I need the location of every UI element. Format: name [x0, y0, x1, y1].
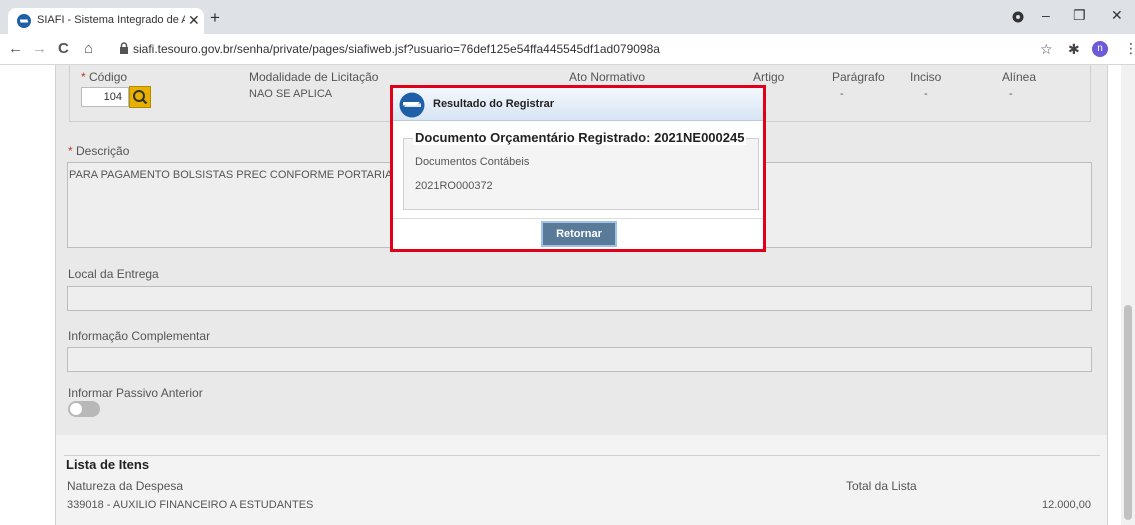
browser-tab[interactable]: SIAFI - Sistema Integrado de Adm ✕: [8, 8, 204, 34]
natureza-cell: 339018 - AUXILIO FINANCEIRO A ESTUDANTES: [67, 499, 314, 511]
extensions-icon[interactable]: ✱: [1068, 41, 1080, 58]
window-close-icon[interactable]: ✕: [1111, 7, 1123, 24]
local-entrega-input[interactable]: [67, 286, 1092, 311]
toggle-knob: [70, 403, 82, 415]
dialog-header: Resultado do Registrar: [393, 88, 763, 121]
minimize-icon[interactable]: –: [1042, 7, 1050, 23]
descricao-label-text: Descrição: [76, 144, 130, 158]
inciso-label: Inciso: [910, 70, 942, 84]
local-entrega-label: Local da Entrega: [68, 267, 159, 281]
passivo-anterior-label: Informar Passivo Anterior: [68, 386, 203, 400]
siafi-logo-icon: [399, 92, 425, 118]
dialog-title: Resultado do Registrar: [433, 98, 555, 110]
codigo-search-button[interactable]: [129, 86, 151, 108]
artigo-label: Artigo: [753, 70, 785, 84]
paragrafo-value: -: [840, 88, 844, 100]
page-scrollbar[interactable]: [1121, 65, 1135, 525]
document-number[interactable]: 2021RO000372: [415, 180, 493, 192]
inciso-value: -: [924, 88, 928, 100]
modalidade-value: NAO SE APLICA: [249, 88, 333, 100]
descricao-label: * Descrição: [68, 144, 129, 158]
dialog-divider: [393, 218, 763, 219]
ato-normativo-label: Ato Normativo: [569, 70, 646, 84]
alinea-value: -: [1009, 88, 1013, 100]
info-complementar-input[interactable]: [67, 347, 1092, 372]
documentos-contabeis-label: Documentos Contábeis: [415, 156, 530, 168]
codigo-label-text: Código: [89, 70, 128, 84]
address-bar: ← → C ⌂ siafi.tesouro.gov.br/senha/priva…: [0, 34, 1135, 65]
home-icon[interactable]: ⌂: [84, 40, 93, 57]
info-complementar-label: Informação Complementar: [68, 329, 211, 343]
required-mark: *: [81, 70, 86, 84]
result-fieldset: [403, 138, 759, 210]
reload-icon[interactable]: C: [58, 40, 69, 57]
profile-dot-icon[interactable]: [1012, 11, 1024, 23]
back-icon[interactable]: ←: [8, 40, 23, 57]
scrollbar-thumb[interactable]: [1124, 305, 1132, 520]
url-field[interactable]: siafi.tesouro.gov.br/senha/private/pages…: [119, 39, 999, 59]
alinea-label: Alínea: [1002, 70, 1037, 84]
lock-icon: [120, 42, 128, 54]
codigo-label: * Código: [81, 70, 127, 84]
paragrafo-label: Parágrafo: [832, 70, 885, 84]
siafi-logo-icon: [17, 14, 31, 28]
passivo-anterior-toggle[interactable]: [68, 401, 100, 417]
tab-title: SIAFI - Sistema Integrado de Adm: [37, 14, 185, 26]
total-cell: 12.000,00: [1042, 499, 1091, 511]
browser-menu-icon[interactable]: ⋮: [1124, 40, 1135, 57]
url-text: siafi.tesouro.gov.br/senha/private/pages…: [133, 42, 660, 56]
codigo-input[interactable]: 104: [81, 87, 129, 107]
forward-icon[interactable]: →: [32, 40, 47, 57]
required-mark: *: [68, 144, 73, 158]
document-registered-heading: Documento Orçamentário Registrado: 2021N…: [413, 130, 747, 145]
return-button[interactable]: Retornar: [541, 221, 617, 247]
profile-avatar[interactable]: n: [1092, 41, 1108, 57]
browser-tab-bar: SIAFI - Sistema Integrado de Adm ✕ + – ❐…: [0, 0, 1135, 34]
search-icon: [133, 90, 148, 105]
restore-icon[interactable]: ❐: [1073, 7, 1086, 24]
items-title: Lista de Itens: [66, 457, 153, 472]
new-tab-icon[interactable]: +: [210, 8, 220, 28]
registrar-result-dialog: Resultado do Registrar Documento Orçamen…: [390, 85, 766, 252]
bookmark-star-icon[interactable]: ☆: [1040, 41, 1053, 58]
items-fieldset: [64, 455, 1100, 525]
total-header: Total da Lista: [846, 479, 917, 493]
natureza-header: Natureza da Despesa: [67, 479, 184, 493]
tab-close-icon[interactable]: ✕: [188, 12, 200, 29]
modalidade-label: Modalidade de Licitação: [249, 70, 379, 84]
items-panel: Lista de Itens Natureza da Despesa Total…: [55, 435, 1108, 525]
